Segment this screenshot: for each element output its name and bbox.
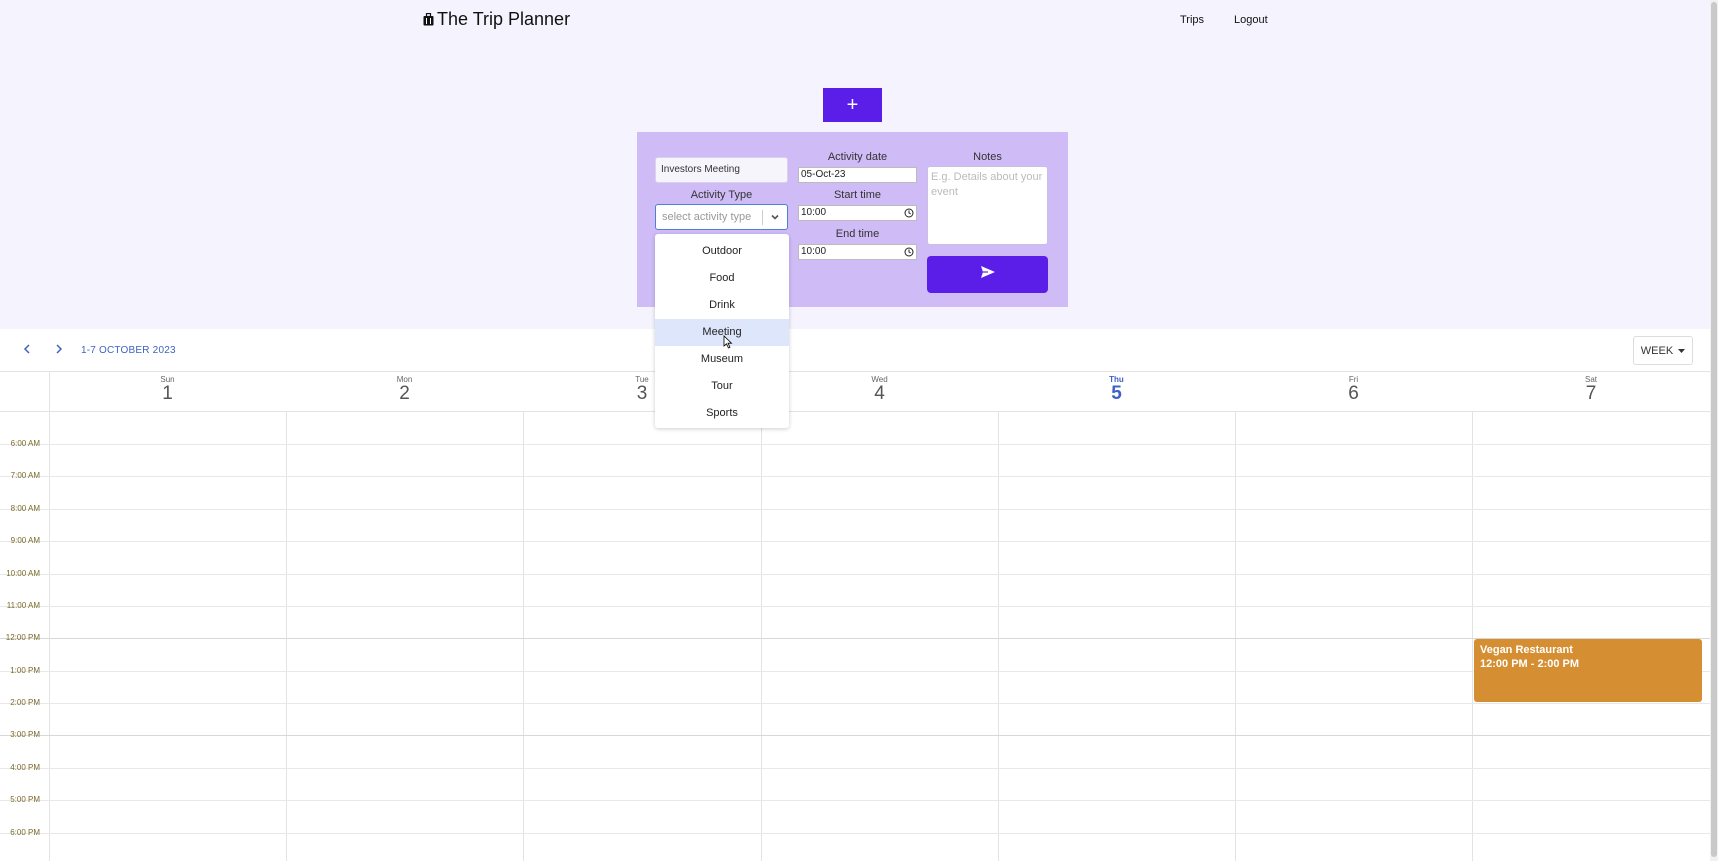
time-label: 12:00 PM — [5, 633, 40, 642]
add-activity-button[interactable]: + — [823, 88, 882, 122]
event-title: Vegan Restaurant — [1480, 644, 1573, 656]
day-number: 6 — [1348, 383, 1359, 404]
activity-date-label: Activity date — [827, 151, 888, 163]
vertical-scrollbar[interactable] — [1710, 0, 1718, 861]
time-label: 2:00 PM — [10, 698, 40, 707]
calendar-week-grid: Sun 1 Mon 2 Tue 3 Wed 4 Thu 5 Fri 6 Sat … — [0, 371, 1710, 861]
dropdown-option-outdoor[interactable]: Outdoor — [655, 238, 789, 265]
notes-label: Notes — [973, 151, 1002, 163]
event-time: 12:00 PM - 2:00 PM — [1480, 658, 1580, 670]
column-divider — [761, 412, 762, 861]
chevron-right-icon[interactable] — [54, 342, 64, 360]
hour-line — [0, 574, 1710, 575]
column-divider — [1472, 412, 1473, 861]
day-header[interactable]: Fri 6 — [1235, 372, 1472, 412]
hour-line — [0, 671, 1710, 672]
activity-name-input[interactable]: Investors Meeting — [655, 157, 788, 183]
day-number: 2 — [399, 383, 410, 404]
end-time-label: End time — [835, 228, 880, 240]
submit-activity-button[interactable] — [927, 256, 1048, 293]
date-range-label: 1-7 OCTOBER 2023 — [81, 345, 176, 356]
day-header[interactable]: Sat 7 — [1472, 372, 1710, 412]
hour-line — [0, 444, 1710, 445]
hour-line — [0, 541, 1710, 542]
column-divider — [998, 412, 999, 861]
calendar-event[interactable]: Vegan Restaurant 12:00 PM - 2:00 PM — [1474, 639, 1702, 702]
day-header[interactable]: Mon 2 — [286, 372, 523, 412]
hour-line — [0, 509, 1710, 510]
activity-type-select[interactable]: select activity type — [655, 204, 788, 230]
time-label: 6:00 PM — [10, 828, 40, 837]
select-separator — [762, 210, 763, 225]
day-number: 5 — [1111, 383, 1122, 404]
time-label: 7:00 AM — [10, 471, 40, 480]
activity-type-placeholder: select activity type — [662, 211, 752, 223]
column-divider — [286, 412, 287, 861]
start-time-value: 10:00 — [801, 207, 827, 218]
time-label: 8:00 AM — [10, 504, 40, 513]
dropdown-option-museum[interactable]: Museum — [655, 346, 789, 373]
nav-logout-link[interactable]: Logout — [1234, 14, 1268, 26]
app-title: The Trip Planner — [437, 9, 571, 29]
day-number: 4 — [874, 383, 885, 404]
clock-icon[interactable] — [904, 247, 914, 262]
hour-line — [0, 638, 1710, 639]
end-time-input[interactable]: 10:00 — [798, 244, 917, 260]
chevron-left-icon[interactable] — [22, 342, 32, 360]
start-time-input[interactable]: 10:00 — [798, 205, 917, 221]
hour-line — [0, 606, 1710, 607]
day-number: 1 — [162, 383, 173, 404]
activity-type-dropdown: Outdoor Food Drink Meeting Museum Tour S… — [655, 234, 789, 428]
time-label: 3:00 PM — [10, 730, 40, 739]
send-icon — [980, 265, 996, 284]
time-label: 11:00 AM — [6, 601, 40, 610]
clock-icon[interactable] — [904, 208, 914, 223]
activity-date-input[interactable]: 05-Oct-23 — [798, 167, 917, 183]
time-label: 5:00 PM — [10, 795, 40, 804]
time-label: 1:00 PM — [10, 666, 40, 675]
calendar-day-header-row: Sun 1 Mon 2 Tue 3 Wed 4 Thu 5 Fri 6 Sat … — [0, 372, 1710, 412]
scrollbar-thumb[interactable] — [1711, 2, 1717, 857]
dropdown-option-food[interactable]: Food — [655, 265, 789, 292]
view-select-button[interactable]: WEEK — [1633, 336, 1693, 365]
dropdown-option-meeting[interactable]: Meeting — [655, 319, 789, 346]
hour-line — [0, 735, 1710, 736]
top-navbar: The Trip Planner Trips Logout — [0, 0, 1710, 40]
hour-line — [0, 800, 1710, 801]
time-label: 9:00 AM — [10, 536, 40, 545]
activity-type-label: Activity Type — [690, 189, 753, 201]
hour-line — [0, 703, 1710, 704]
hour-line — [0, 476, 1710, 477]
column-divider — [523, 412, 524, 861]
time-label: 4:00 PM — [10, 763, 40, 772]
brand[interactable]: The Trip Planner — [423, 9, 570, 30]
dropdown-option-tour[interactable]: Tour — [655, 373, 789, 400]
notes-textarea[interactable]: E.g. Details about your event — [927, 166, 1048, 245]
calendar-toolbar: 1-7 OCTOBER 2023 WEEK — [0, 329, 1710, 371]
chevron-down-icon[interactable] — [770, 212, 780, 225]
time-label: 6:00 AM — [10, 439, 40, 448]
hour-line — [0, 768, 1710, 769]
calendar: 1-7 OCTOBER 2023 WEEK Sun 1 Mon 2 Tue 3 … — [0, 329, 1710, 861]
caret-down-icon — [1678, 345, 1686, 357]
nav-trips-link[interactable]: Trips — [1180, 14, 1204, 26]
day-header-today[interactable]: Thu 5 — [998, 372, 1235, 412]
column-divider — [1235, 412, 1236, 861]
view-label: WEEK — [1640, 344, 1674, 357]
mouse-cursor-icon — [723, 335, 733, 354]
column-divider — [49, 372, 50, 861]
dropdown-option-sports[interactable]: Sports — [655, 400, 789, 427]
dropdown-option-drink[interactable]: Drink — [655, 292, 789, 319]
day-number: 7 — [1585, 383, 1597, 404]
time-label: 10:00 AM — [6, 569, 40, 578]
day-header[interactable]: Sun 1 — [49, 372, 286, 412]
end-time-value: 10:00 — [801, 246, 827, 257]
luggage-icon — [423, 13, 434, 26]
day-header[interactable]: Wed 4 — [761, 372, 998, 412]
start-time-label: Start time — [833, 189, 882, 201]
hour-line — [0, 833, 1710, 834]
